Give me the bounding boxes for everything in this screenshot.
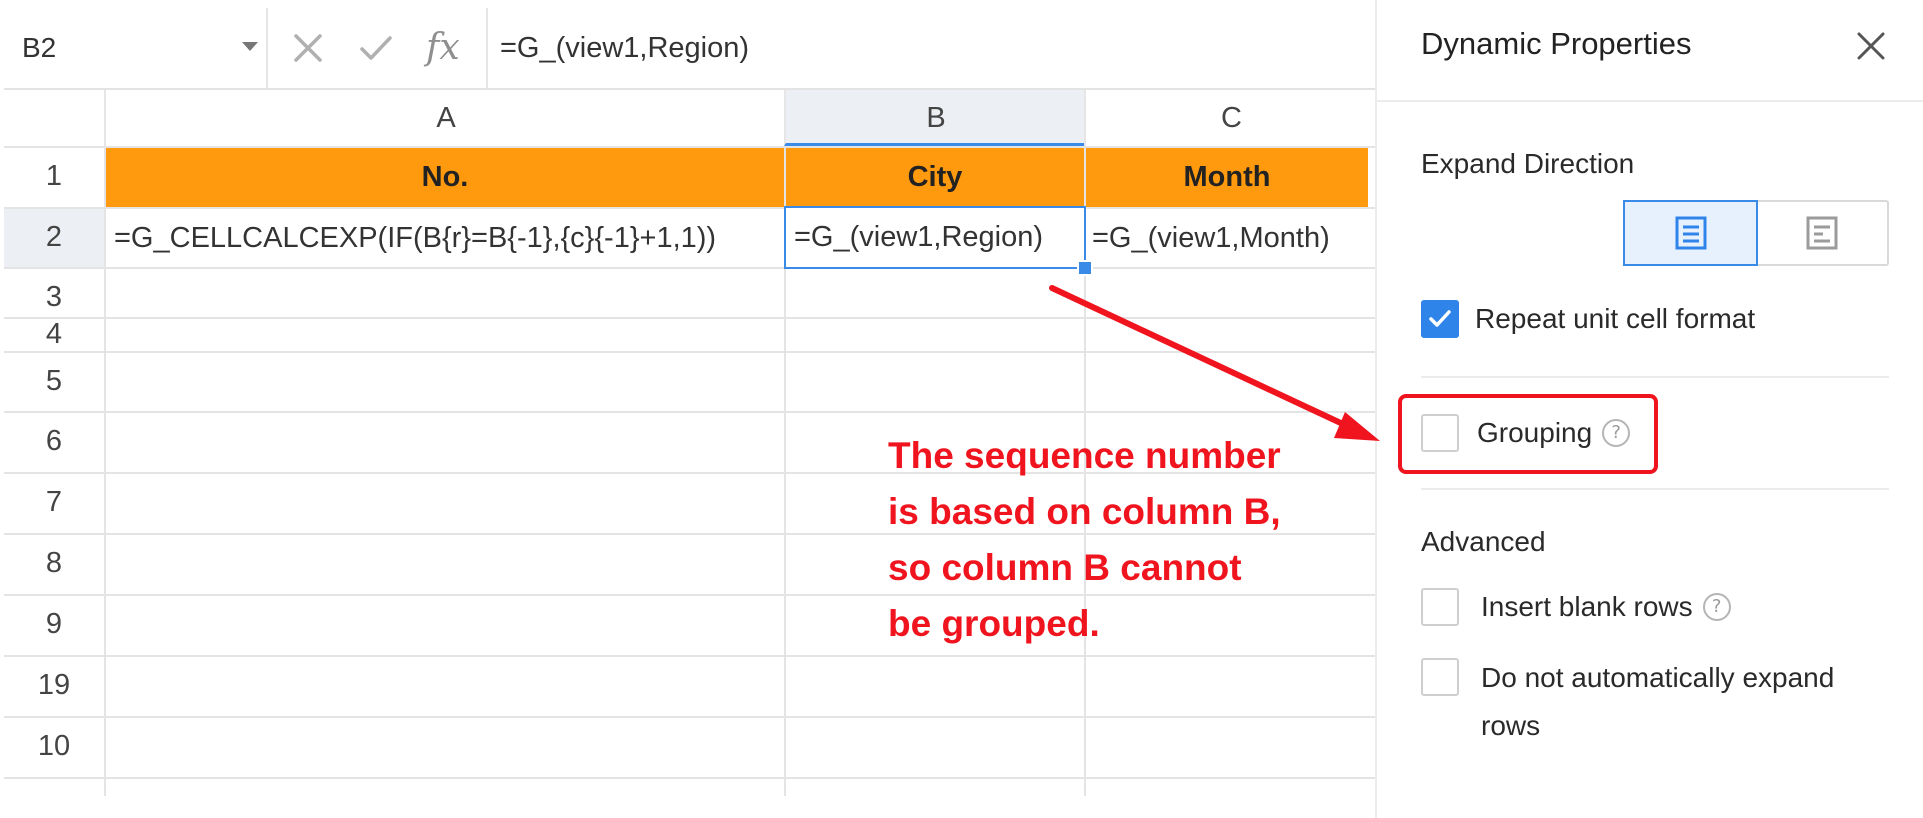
grid-line [4, 411, 1375, 413]
grid-line [4, 317, 1375, 319]
repeat-format-row[interactable]: Repeat unit cell format [1421, 300, 1755, 338]
row-header[interactable]: 5 [4, 351, 104, 411]
divider [1421, 376, 1889, 378]
cancel-icon[interactable] [286, 26, 330, 70]
column-header-c[interactable]: C [1084, 90, 1377, 146]
panel-header: Dynamic Properties [1377, 0, 1923, 102]
cell-c2[interactable]: =G_(view1,Month) [1092, 209, 1372, 267]
formula-bar: B2 fx =G_(view1,Region) [4, 8, 1375, 90]
vertical-expand-icon [1675, 216, 1706, 250]
insert-blank-rows-checkbox[interactable] [1421, 588, 1459, 626]
row-header[interactable]: 8 [4, 533, 104, 594]
row-header[interactable]: 19 [4, 655, 104, 716]
annotation-line: so column B cannot [888, 547, 1242, 588]
cell-b1[interactable]: City [786, 148, 1084, 207]
no-auto-expand-label: Do not automatically expand rows [1481, 654, 1834, 750]
close-icon[interactable] [1853, 28, 1889, 64]
select-all-corner[interactable] [4, 90, 104, 146]
horizontal-expand-icon [1806, 216, 1837, 250]
no-auto-expand-checkbox[interactable] [1421, 658, 1459, 696]
annotation-line: is based on column B, [888, 491, 1281, 532]
panel-title: Dynamic Properties [1421, 26, 1692, 61]
row-header[interactable]: 3 [4, 267, 104, 317]
grid-line [4, 655, 1375, 657]
no-auto-expand-label-line: rows [1481, 710, 1541, 741]
insert-blank-rows-label: Insert blank rows [1481, 591, 1693, 622]
cell-a2[interactable]: =G_CELLCALCEXP(IF(B{r}=B{-1},{c}{-1}+1,1… [114, 209, 782, 267]
column-header-a[interactable]: A [104, 90, 786, 146]
annotation-line: The sequence number [888, 435, 1281, 476]
chevron-down-icon[interactable] [242, 42, 258, 51]
formula-input[interactable]: =G_(view1,Region) [500, 8, 749, 88]
expand-horizontal-option[interactable] [1756, 202, 1887, 264]
grid-line [4, 716, 1375, 718]
row-header[interactable]: 2 [4, 207, 104, 267]
cell-c1[interactable]: Month [1086, 148, 1368, 207]
row-header[interactable]: 7 [4, 472, 104, 533]
fx-icon[interactable]: fx [426, 26, 460, 70]
fill-handle[interactable] [1077, 260, 1093, 276]
row-header[interactable]: 9 [4, 594, 104, 655]
expand-direction-label: Expand Direction [1421, 148, 1635, 179]
name-box[interactable]: B2 [4, 8, 268, 88]
spreadsheet: B2 fx =G_(view1,Region) A B C 1 2 3 4 5 … [0, 0, 1375, 818]
grid-line [4, 351, 1375, 353]
expand-vertical-option[interactable] [1623, 200, 1758, 266]
expand-direction-toggle [1623, 200, 1889, 266]
grid-line [4, 267, 1375, 269]
formula-buttons: fx [268, 8, 488, 88]
repeat-format-checkbox[interactable] [1421, 300, 1459, 338]
no-auto-expand-row[interactable]: Do not automatically expand rows [1421, 658, 1834, 750]
advanced-label: Advanced [1421, 526, 1546, 557]
column-header-b[interactable]: B [784, 90, 1086, 146]
row-header[interactable]: 1 [4, 146, 104, 207]
row-header[interactable]: 4 [4, 317, 104, 351]
grid-line [104, 146, 106, 796]
insert-blank-rows-row[interactable]: Insert blank rows ? [1421, 588, 1731, 626]
help-icon[interactable]: ? [1702, 593, 1731, 621]
highlight-box [1398, 394, 1658, 474]
no-auto-expand-label-line: Do not automatically expand [1481, 662, 1835, 693]
annotation-note: The sequence number is based on column B… [888, 428, 1328, 652]
grid-line [4, 777, 1375, 779]
cell-b2[interactable]: =G_(view1,Region) [784, 206, 1086, 269]
cell-a1[interactable]: No. [106, 148, 784, 207]
divider [1421, 488, 1889, 490]
confirm-check-icon[interactable] [354, 26, 398, 70]
check-icon [1429, 310, 1451, 327]
row-header[interactable]: 10 [4, 716, 104, 777]
cell-reference: B2 [22, 32, 57, 63]
annotation-line: be grouped. [888, 603, 1100, 644]
repeat-format-label: Repeat unit cell format [1475, 303, 1756, 334]
row-header[interactable]: 6 [4, 411, 104, 472]
